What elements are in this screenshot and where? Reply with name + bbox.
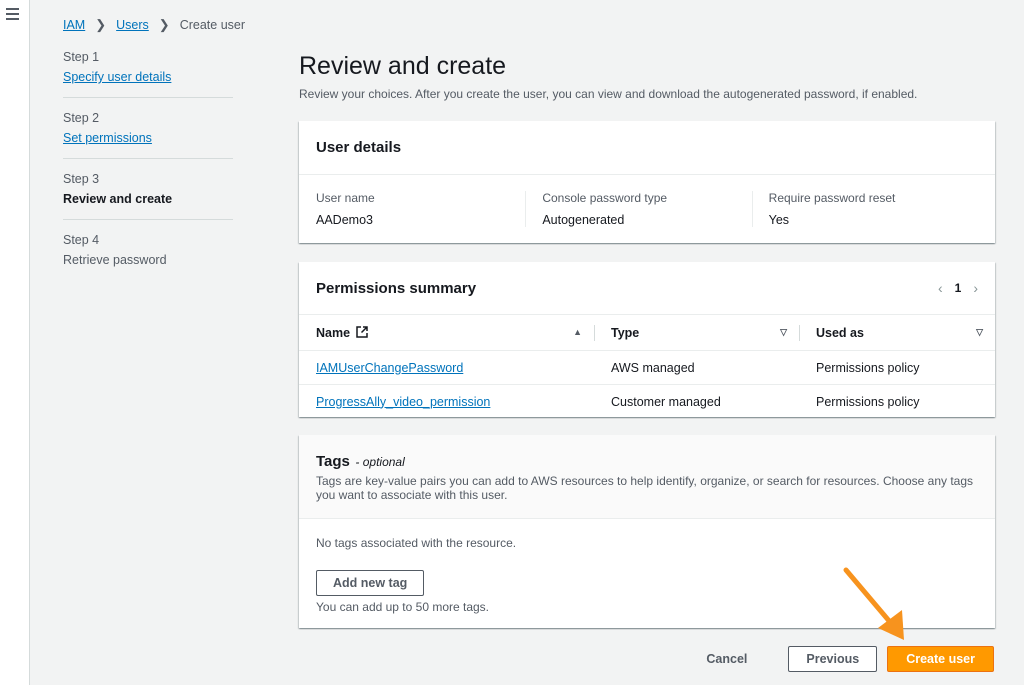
field-password-type: Console password type Autogenerated [525, 191, 751, 227]
step-number: Step 3 [63, 172, 100, 186]
step-2: Step 2 Set permissions [63, 111, 233, 159]
chevron-left-icon[interactable]: ‹ [938, 280, 943, 296]
sort-icon[interactable]: ▽ [780, 327, 787, 338]
permissions-summary-panel: Permissions summary ‹ 1 › Name ▲ Type ▽ [299, 262, 995, 417]
step-retrieve-password: Retrieve password [63, 253, 167, 267]
policy-used-as: Permissions policy [816, 394, 920, 409]
field-user-name: User name AADemo3 [316, 191, 525, 227]
pagination: ‹ 1 › [938, 280, 978, 296]
page-title: Review and create [299, 52, 507, 80]
sort-ascending-icon[interactable]: ▲ [573, 327, 582, 337]
empty-tags-message: No tags associated with the resource. [316, 536, 517, 550]
breadcrumb-users[interactable]: Users [116, 18, 149, 32]
page-description: Review your choices. After you create th… [299, 87, 918, 101]
previous-button[interactable]: Previous [788, 646, 878, 672]
field-label: User name [316, 191, 375, 205]
field-label: Require password reset [768, 191, 896, 205]
panel-title: Permissions summary [316, 279, 477, 297]
tags-panel: Tags - optional Tags are key-value pairs… [299, 435, 995, 628]
breadcrumb-iam[interactable]: IAM [63, 18, 85, 32]
column-header-used-as[interactable]: Used as ▽ [799, 314, 995, 351]
sort-icon[interactable]: ▽ [976, 327, 983, 338]
policy-link[interactable]: IAMUserChangePassword [316, 361, 463, 375]
policy-used-as: Permissions policy [799, 350, 995, 385]
permissions-table: Name ▲ Type ▽ Used as ▽ IAMUserChangePas [299, 314, 995, 419]
step-4: Step 4 Retrieve password [63, 233, 233, 280]
field-value: AADemo3 [316, 213, 373, 227]
create-user-button[interactable]: Create user [887, 646, 994, 672]
table-row: ProgressAlly_video_permission Customer m… [299, 385, 995, 419]
cancel-button[interactable]: Cancel [689, 646, 764, 672]
step-number: Step 1 [63, 50, 100, 64]
breadcrumb: IAM ❯ Users ❯ Create user [63, 17, 245, 33]
panel-header: Tags - optional Tags are key-value pairs… [299, 435, 995, 519]
step-3: Step 3 Review and create [63, 172, 233, 220]
chevron-right-icon: ❯ [158, 17, 170, 32]
field-label: Console password type [542, 191, 668, 205]
policy-type: AWS managed [594, 350, 799, 385]
tags-limit-hint: You can add up to 50 more tags. [316, 600, 490, 614]
tags-description: Tags are key-value pairs you can add to … [316, 474, 974, 502]
policy-link[interactable]: ProgressAlly_video_permission [316, 395, 490, 409]
optional-label: - optional [355, 455, 405, 469]
external-link-icon [355, 325, 368, 338]
field-password-reset: Require password reset Yes [751, 191, 978, 227]
user-details-panel: User details User name AADemo3 Console p… [299, 121, 995, 243]
column-header-type[interactable]: Type ▽ [594, 314, 799, 351]
page-number[interactable]: 1 [955, 281, 962, 295]
wizard-steps: Step 1 Specify user details Step 2 Set p… [63, 50, 233, 293]
hamburger-icon[interactable] [6, 7, 22, 21]
field-value: Autogenerated [542, 213, 625, 227]
form-actions: Cancel Previous Create user [689, 646, 994, 672]
chevron-right-icon: ❯ [95, 17, 107, 32]
breadcrumb-current: Create user [179, 18, 246, 32]
step-link-permissions[interactable]: Set permissions [63, 131, 152, 145]
policy-type: Customer managed [611, 394, 721, 409]
step-current-review: Review and create [63, 192, 173, 206]
field-value: Yes [768, 213, 790, 227]
panel-title: Tags [316, 453, 350, 470]
panel-title: User details [316, 139, 402, 156]
step-link-user-details[interactable]: Specify user details [63, 70, 171, 84]
add-new-tag-button[interactable]: Add new tag [316, 570, 425, 596]
column-header-name[interactable]: Name ▲ [299, 314, 594, 351]
step-number: Step 2 [63, 111, 100, 125]
step-number: Step 4 [63, 233, 100, 247]
table-row: IAMUserChangePassword AWS managed Permis… [299, 350, 995, 385]
panel-header: User details [299, 121, 995, 175]
panel-header: Permissions summary ‹ 1 › [299, 262, 995, 314]
left-rail [0, 0, 30, 685]
step-1: Step 1 Specify user details [63, 50, 233, 98]
chevron-right-icon[interactable]: › [973, 280, 978, 296]
